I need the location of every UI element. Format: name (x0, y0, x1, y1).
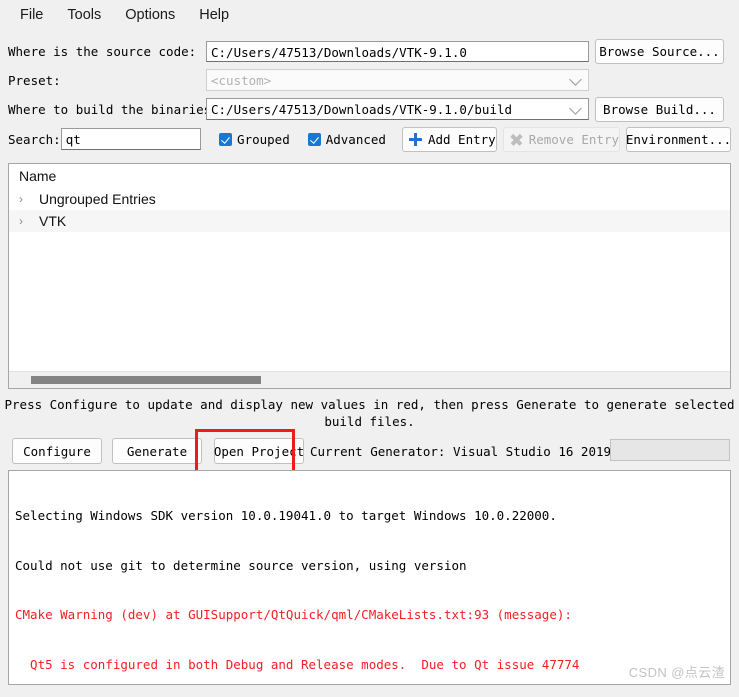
menu-item-file[interactable]: File (10, 4, 53, 26)
open-project-button[interactable]: Open Project (214, 438, 304, 464)
source-directory-label: Where is the source code: (8, 43, 197, 59)
watermark-text: CSDN @点云渣 (628, 665, 725, 680)
search-toolbar-row: Search: qt Grouped Advanced Add Entry Re… (0, 124, 739, 154)
search-label: Search: (8, 131, 61, 147)
plus-icon (408, 132, 422, 146)
source-directory-input[interactable]: C:/Users/47513/Downloads/VTK-9.1.0 (206, 40, 589, 62)
log-line: CMake Warning (dev) at GUISupport/QtQuic… (15, 607, 572, 622)
tree-column-header-name: Name (9, 164, 730, 188)
close-x-icon (510, 133, 523, 146)
menu-item-help[interactable]: Help (189, 4, 239, 26)
chevron-right-icon[interactable]: › (19, 214, 33, 228)
cache-entries-tree[interactable]: Name › Ungrouped Entries › VTK (8, 163, 731, 389)
configure-button[interactable]: Configure (12, 438, 102, 464)
log-line: Selecting Windows SDK version 10.0.19041… (15, 508, 557, 523)
checkbox-checked-icon (307, 132, 321, 146)
current-generator-label: Current Generator: Visual Studio 16 2019 (310, 443, 612, 459)
add-entry-label: Add Entry (427, 131, 496, 147)
browse-source-button[interactable]: Browse Source... (595, 38, 724, 64)
preset-row: Preset: <custom> (0, 66, 739, 94)
tree-row-ungrouped-entries[interactable]: › Ungrouped Entries (9, 188, 730, 210)
tree-row-label: VTK (39, 213, 67, 229)
grouped-checkbox[interactable]: Grouped (219, 132, 290, 147)
build-directory-label: Where to build the binaries: (8, 101, 219, 117)
menu-item-tools[interactable]: Tools (57, 4, 111, 26)
tree-horizontal-scrollbar[interactable] (9, 371, 730, 388)
output-log-panel[interactable]: Selecting Windows SDK version 10.0.19041… (8, 470, 731, 685)
grouped-checkbox-label: Grouped (237, 131, 290, 147)
environment-button[interactable]: Environment... (626, 126, 731, 152)
checkbox-checked-icon (219, 132, 233, 146)
chevron-down-icon (569, 73, 582, 86)
preset-label: Preset: (8, 72, 61, 88)
scrollbar-thumb[interactable] (31, 376, 261, 384)
advanced-checkbox[interactable]: Advanced (307, 131, 386, 147)
menu-item-options[interactable]: Options (115, 4, 185, 26)
action-button-bar: Configure Generate Open Project Current … (0, 437, 739, 465)
preset-selected-value: <custom> (211, 72, 272, 88)
status-hint-text: Press Configure to update and display ne… (4, 397, 735, 429)
build-directory-value: C:/Users/47513/Downloads/VTK-9.1.0/build (211, 101, 513, 117)
add-entry-button[interactable]: Add Entry (401, 126, 497, 152)
build-directory-input[interactable]: C:/Users/47513/Downloads/VTK-9.1.0/build (206, 98, 589, 120)
log-line: Qt5 is configured in both Debug and Rele… (15, 656, 580, 672)
remove-entry-label: Remove Entry (528, 131, 619, 147)
chevron-down-icon (569, 102, 582, 115)
advanced-checkbox-label: Advanced (325, 131, 386, 147)
build-directory-row: Where to build the binaries: C:/Users/47… (0, 94, 739, 124)
log-line: Could not use git to determine source ve… (15, 557, 467, 573)
progress-bar (610, 439, 730, 461)
remove-entry-button: Remove Entry (502, 126, 620, 152)
browse-build-button[interactable]: Browse Build... (595, 96, 724, 122)
tree-row-vtk[interactable]: › VTK (9, 210, 730, 232)
search-input[interactable]: qt (60, 128, 202, 150)
chevron-right-icon[interactable]: › (19, 192, 33, 206)
preset-select[interactable]: <custom> (206, 69, 589, 91)
menu-bar: File Tools Options Help (0, 0, 739, 30)
source-directory-row: Where is the source code: C:/Users/47513… (0, 36, 739, 66)
tree-row-label: Ungrouped Entries (39, 191, 156, 207)
generate-button[interactable]: Generate (112, 438, 202, 464)
